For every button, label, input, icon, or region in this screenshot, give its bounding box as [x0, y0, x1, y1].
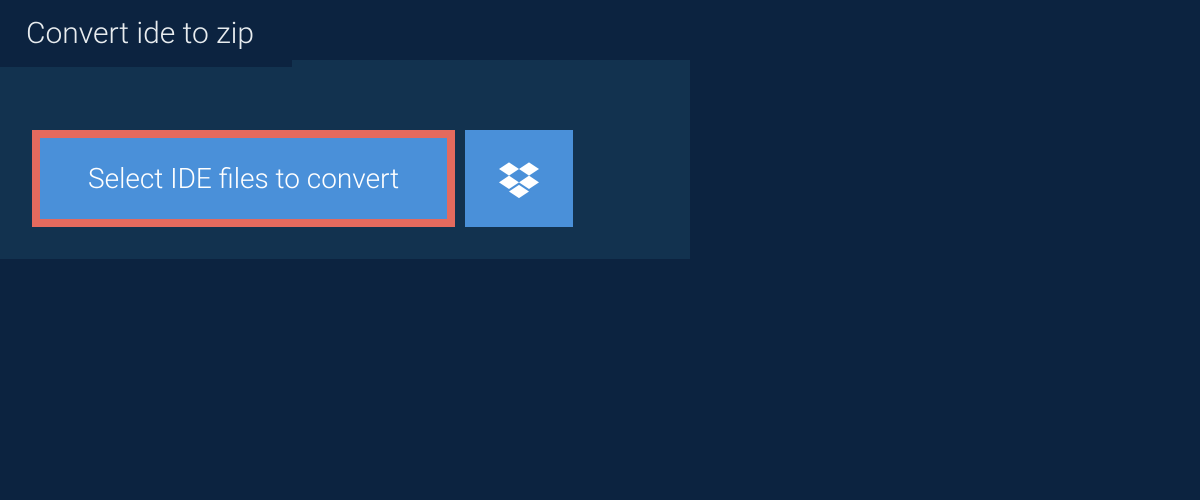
- select-files-label: Select IDE files to convert: [88, 162, 399, 195]
- dropbox-icon: [499, 159, 539, 199]
- dropbox-button[interactable]: [465, 130, 573, 227]
- tab-title: Convert ide to zip: [26, 16, 254, 51]
- action-row: Select IDE files to convert: [32, 130, 690, 227]
- tab-header: Convert ide to zip: [0, 0, 292, 67]
- select-files-button[interactable]: Select IDE files to convert: [32, 130, 455, 227]
- converter-panel: Select IDE files to convert: [0, 60, 690, 259]
